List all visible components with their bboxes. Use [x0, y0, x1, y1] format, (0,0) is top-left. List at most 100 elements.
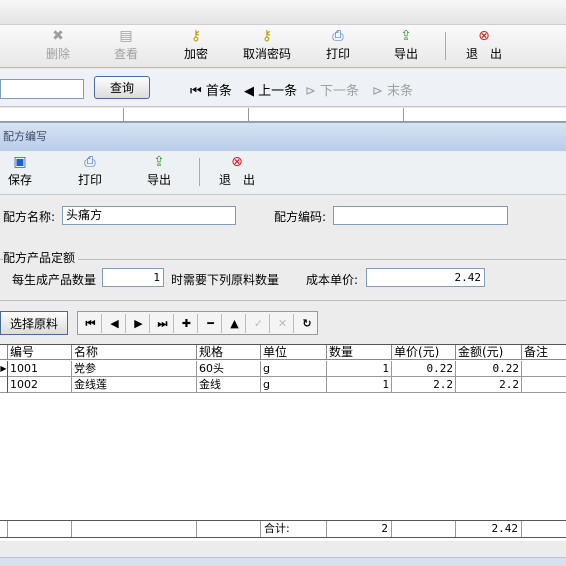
footer-amount-total: 2.42 — [456, 521, 522, 537]
nav-prev-button[interactable]: ◀ 上一条 — [244, 80, 297, 99]
nav-prev-icon[interactable]: ◀ — [104, 314, 126, 333]
nav-last-icon[interactable]: ⏭ — [152, 314, 174, 333]
table-cell[interactable]: 2.2 — [392, 377, 456, 393]
materials-grid: 编号 名称 规格 单位 数量 单价(元) 金额(元) 备注 ▶ 1001 党参 … — [0, 344, 566, 541]
export-icon: ⇪ — [400, 28, 412, 44]
table-cell[interactable]: 1 — [327, 377, 392, 393]
formula-code-input[interactable] — [333, 206, 508, 225]
group-border — [0, 259, 566, 260]
parent-toolbar: ✖ 删除 ▤ 查看 ⚷ 加密 ⚷ 取消密码 ⎙ 打印 ⇪ 导出 ⊗ 退 出 — [0, 25, 566, 68]
footer-cell — [522, 521, 566, 537]
exit-button[interactable]: ⊗ 退 出 — [212, 153, 262, 193]
column-header[interactable]: 数量 — [327, 345, 392, 360]
table-cell[interactable]: 2.2 — [456, 377, 522, 393]
nav-first-icon[interactable]: ⏮ — [80, 314, 102, 333]
key-icon: ⚷ — [190, 28, 202, 44]
query-button[interactable]: 查询 — [94, 76, 150, 99]
search-input[interactable] — [0, 79, 84, 99]
export-button[interactable]: ⇪ 导出 — [145, 153, 173, 193]
qty-input[interactable]: 1 — [102, 268, 164, 287]
table-cell[interactable]: 0.22 — [456, 361, 522, 377]
save-button[interactable]: ▣ 保存 — [6, 153, 34, 193]
delete-record-icon[interactable]: ━ — [200, 314, 222, 333]
table-cell[interactable]: 0.22 — [392, 361, 456, 377]
grid-divider — [248, 108, 249, 122]
column-header[interactable]: 单位 — [261, 345, 327, 360]
footer-qty-total: 2 — [327, 521, 392, 537]
first-record-icon: ⏮ — [190, 84, 202, 99]
row-indicator — [0, 377, 8, 393]
select-material-button[interactable]: 选择原料 — [0, 311, 68, 335]
table-cell[interactable]: 1002 — [8, 377, 72, 393]
edit-record-icon[interactable]: ▲ — [224, 314, 246, 333]
nav-next-button[interactable]: ⊳ 下一条 — [305, 80, 359, 99]
current-row-indicator-icon: ▶ — [0, 361, 8, 377]
refresh-icon[interactable]: ↻ — [296, 314, 318, 333]
footer-total-label: 合计: — [261, 521, 327, 537]
save-disk-icon: ▣ — [13, 154, 27, 170]
unit-cost-label: 成本单价: — [306, 273, 359, 287]
view-button[interactable]: ▤ 查看 — [106, 27, 146, 67]
table-cell[interactable]: 金线莲 — [72, 377, 197, 393]
column-header[interactable]: 金额(元) — [456, 345, 522, 360]
cancel-password-button[interactable]: ⚷ 取消密码 — [236, 27, 298, 67]
table-cell[interactable]: 金线 — [197, 377, 261, 393]
record-navigator: ⏮ ◀ ▶ ⏭ ✚ ━ ▲ ✓ ✕ ↻ — [77, 311, 318, 335]
dialog-toolbar: ▣ 保存 ⎙ 打印 ⇪ 导出 ⊗ 退 出 — [0, 151, 566, 195]
nav-last-button[interactable]: ⊳ 末条 — [372, 80, 413, 99]
exit-icon: ⊗ — [478, 28, 490, 44]
encrypt-button[interactable]: ⚷ 加密 — [176, 27, 216, 67]
grid-indicator-header — [0, 345, 8, 360]
formula-name-label: 配方名称: — [3, 210, 56, 224]
table-cell[interactable] — [522, 361, 566, 377]
parent-grid-header — [0, 108, 566, 122]
grid-footer: 合计: 2 2.42 — [0, 520, 566, 538]
column-header[interactable]: 单价(元) — [392, 345, 456, 360]
table-cell[interactable]: 1 — [327, 361, 392, 377]
formula-name-input[interactable]: 头痛方 — [62, 206, 236, 225]
delete-button[interactable]: ✖ 删除 — [38, 27, 78, 67]
add-record-icon[interactable]: ✚ — [176, 314, 198, 333]
exit-icon: ⊗ — [231, 154, 243, 170]
parent-window-titlebar — [0, 0, 566, 25]
footer-cell — [197, 521, 261, 537]
cancel-edit-icon[interactable]: ✕ — [272, 314, 294, 333]
qty-suffix-label: 时需要下列原料数量 — [171, 273, 280, 287]
table-cell[interactable]: 1001 — [8, 361, 72, 377]
formula-code-label: 配方编码: — [274, 210, 327, 224]
table-cell[interactable]: 60头 — [197, 361, 261, 377]
print-button[interactable]: ⎙ 打印 — [318, 27, 358, 67]
table-cell[interactable]: g — [261, 377, 327, 393]
export-button[interactable]: ⇪ 导出 — [386, 27, 426, 67]
exit-button[interactable]: ⊗ 退 出 — [462, 27, 506, 67]
column-header[interactable]: 规格 — [197, 345, 261, 360]
export-icon: ⇪ — [153, 154, 165, 170]
delete-x-icon: ✖ — [52, 28, 64, 44]
last-record-icon: ⊳ — [372, 84, 383, 99]
toolbar-separator — [445, 32, 446, 60]
nav-first-button[interactable]: ⏮ 首条 — [190, 80, 232, 99]
qty-label: 每生成产品数量 — [12, 273, 97, 287]
footer-cell — [392, 521, 456, 537]
formula-edit-window: 配方编写 ▣ 保存 ⎙ 打印 ⇪ 导出 ⊗ 退 出 配方名称: 头痛方 配方编码… — [0, 122, 566, 566]
column-header[interactable]: 备注 — [522, 345, 566, 360]
group-bottom-border — [0, 300, 566, 301]
view-doc-icon: ▤ — [119, 28, 133, 44]
column-header[interactable]: 名称 — [72, 345, 197, 360]
printer-icon: ⎙ — [332, 28, 344, 44]
grid-divider — [403, 108, 404, 122]
nav-next-icon[interactable]: ▶ — [128, 314, 150, 333]
table-cell[interactable]: g — [261, 361, 327, 377]
keys-icon: ⚷ — [261, 28, 273, 44]
post-edit-icon[interactable]: ✓ — [248, 314, 270, 333]
toolbar-separator — [199, 158, 200, 186]
print-button[interactable]: ⎙ 打印 — [76, 153, 104, 193]
next-record-icon: ⊳ — [305, 84, 316, 99]
table-cell[interactable]: 党参 — [72, 361, 197, 377]
prev-record-icon: ◀ — [244, 84, 254, 99]
column-header[interactable]: 编号 — [8, 345, 72, 360]
unit-cost-input[interactable]: 2.42 — [366, 268, 485, 287]
status-bar — [0, 557, 566, 566]
footer-cell — [0, 521, 8, 537]
table-cell[interactable] — [522, 377, 566, 393]
